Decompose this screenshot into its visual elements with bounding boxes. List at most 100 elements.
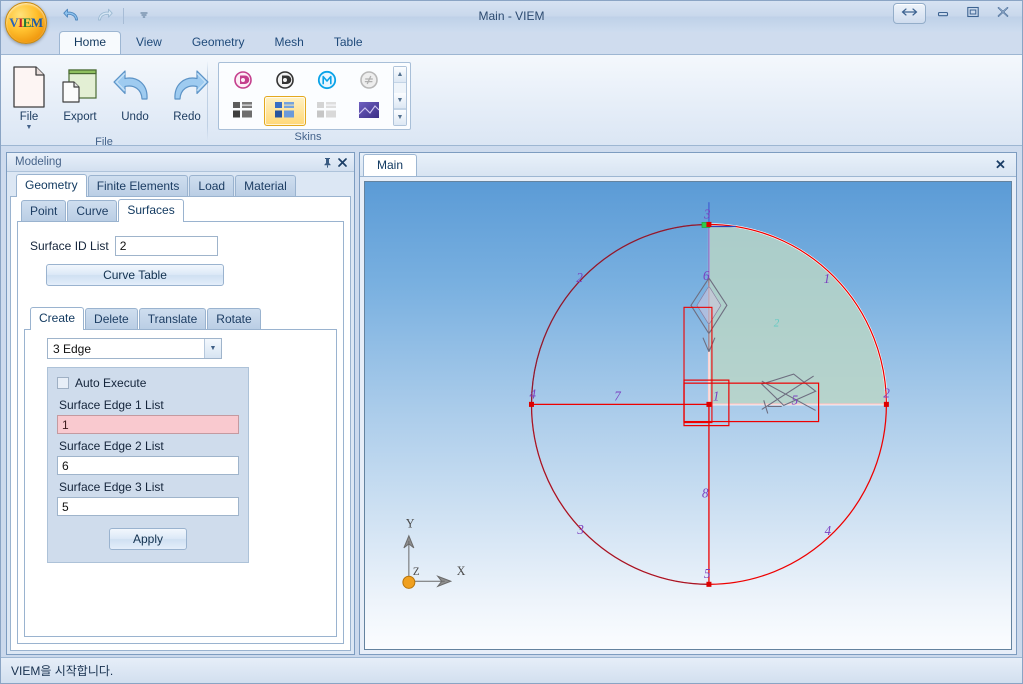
surface-method-value: 3 Edge	[53, 341, 92, 356]
export-button[interactable]: Export	[57, 60, 103, 127]
ribbon-tab-view[interactable]: View	[121, 31, 177, 54]
redo-button[interactable]: Redo	[161, 60, 213, 127]
surface-action-tabstrip: Create Delete Translate Rotate	[24, 307, 337, 330]
tab-finite-elements[interactable]: Finite Elements	[87, 175, 189, 197]
skin-grey[interactable]	[348, 66, 390, 96]
skin-layout-grey[interactable]	[222, 96, 264, 126]
maximize-icon	[966, 6, 980, 21]
create-parameters-group: Auto Execute Surface Edge 1 List Surface…	[47, 367, 249, 563]
close-button[interactable]	[990, 3, 1016, 24]
qat-undo-button[interactable]	[61, 5, 85, 27]
export-button-label: Export	[63, 111, 97, 123]
ribbon-tab-table[interactable]: Table	[319, 31, 378, 54]
scroll-up-icon[interactable]: ▲	[394, 67, 406, 83]
ribbon-tab-geometry[interactable]: Geometry	[177, 31, 260, 54]
close-icon[interactable]	[335, 155, 350, 170]
skins-scroll-track[interactable]	[394, 83, 406, 93]
tab-create[interactable]: Create	[30, 307, 85, 330]
axis-label-x: X	[457, 564, 466, 578]
curve-arc-3-shadow	[530, 404, 709, 585]
skin-metro-blue[interactable]	[306, 66, 348, 96]
point-marker-2	[883, 401, 889, 407]
curve-table-row: Curve Table	[46, 264, 337, 286]
tab-curve[interactable]: Curve	[67, 200, 118, 222]
point-label-1: 1	[713, 388, 719, 403]
apply-row: Apply	[57, 528, 239, 550]
ribbon-tab-home[interactable]: Home	[59, 31, 122, 54]
status-bar: VIEM을 시작합니다.	[1, 657, 1022, 683]
tab-load[interactable]: Load	[189, 175, 235, 197]
skins-gallery: ▲ ▼ ▼	[218, 62, 411, 130]
ribbon-group-file: File ▼ Export Undo Redo File	[1, 57, 209, 148]
modeling-panel-title: Modeling	[15, 156, 62, 168]
axis-label-y: Y	[406, 517, 415, 531]
auto-execute-checkbox[interactable]	[57, 377, 69, 389]
export-document-icon	[60, 64, 100, 110]
logo-letter-v: V	[9, 15, 19, 30]
surface-edge-1-input[interactable]	[57, 415, 239, 434]
maximize-button[interactable]	[960, 3, 986, 24]
viewport-canvas[interactable]: 1 2 3 4 5 1 2 3 4 5 6 7 8 2 Y X Z	[365, 182, 1011, 649]
surface-id-list-input[interactable]	[114, 236, 218, 256]
apply-button[interactable]: Apply	[109, 528, 187, 550]
surface-edge-3-input[interactable]	[57, 497, 239, 516]
scroll-more-icon[interactable]: ▼	[394, 109, 406, 125]
ribbon-group-file-label: File	[95, 136, 113, 148]
ribbon-tab-strip: Home View Geometry Mesh Table	[1, 31, 1022, 54]
point-label-5: 5	[704, 566, 711, 581]
redo-arrow-icon	[164, 64, 210, 110]
scroll-down-icon[interactable]: ▼	[394, 93, 406, 109]
qat-redo-button[interactable]	[91, 5, 115, 27]
auto-execute-checkbox-row[interactable]: Auto Execute	[57, 376, 239, 390]
quick-access-toolbar	[61, 5, 156, 27]
file-button[interactable]: File ▼	[7, 60, 51, 135]
create-tab-pane: 3 Edge ▼ Auto Execute Surface Edge 1 Lis…	[24, 329, 337, 637]
pin-icon[interactable]	[320, 155, 335, 170]
skin-purple-gradient-icon	[358, 101, 380, 122]
chevron-down-icon[interactable]: ▼	[26, 124, 33, 131]
tab-delete[interactable]: Delete	[85, 308, 138, 330]
skin-office2007-black[interactable]	[264, 66, 306, 96]
tab-geometry[interactable]: Geometry	[16, 174, 87, 197]
curve-table-button[interactable]: Curve Table	[46, 264, 224, 286]
curve-label-2: 2	[576, 270, 583, 285]
point-label-3: 3	[703, 206, 711, 221]
tab-translate[interactable]: Translate	[138, 308, 207, 330]
undo-button[interactable]: Undo	[109, 60, 161, 127]
close-icon: ✕	[995, 156, 1006, 172]
skins-scrollbar[interactable]: ▲ ▼ ▼	[393, 66, 407, 126]
tab-point[interactable]: Point	[21, 200, 67, 222]
ribbon-group-skins: ▲ ▼ ▼ Skins	[208, 57, 411, 145]
chevron-down-icon[interactable]: ▼	[204, 339, 221, 358]
skin-layout-blue[interactable]	[264, 96, 306, 126]
surface-label-2: 2	[774, 317, 780, 329]
surface-id-list-row: Surface ID List	[30, 236, 337, 256]
modeling-panel-body: Geometry Finite Elements Load Material P…	[7, 172, 354, 654]
mdi-close-button[interactable]: ✕	[993, 157, 1008, 172]
mdi-tab-main[interactable]: Main	[363, 154, 418, 176]
auto-execute-label: Auto Execute	[75, 376, 147, 390]
document-icon	[10, 64, 48, 110]
tab-material[interactable]: Material	[235, 175, 296, 197]
logo-letter-m: M	[30, 15, 43, 30]
tab-rotate[interactable]: Rotate	[207, 308, 261, 330]
curve-arc-2-shadow	[530, 223, 709, 405]
tab-surfaces[interactable]: Surfaces	[118, 199, 184, 222]
skin-layout-light[interactable]	[306, 96, 348, 126]
help-button[interactable]	[893, 3, 926, 24]
application-window: VIEM Main - VIEM Home View Geometry Mesh…	[0, 0, 1023, 684]
surface-edge-2-input[interactable]	[57, 456, 239, 475]
ribbon-tab-mesh[interactable]: Mesh	[260, 31, 319, 54]
minimize-button[interactable]	[930, 3, 956, 24]
viewport-3d[interactable]: 1 2 3 4 5 1 2 3 4 5 6 7 8 2 Y X Z	[364, 181, 1012, 650]
axis-label-z: Z	[413, 566, 420, 578]
surface-method-select[interactable]: 3 Edge ▼	[47, 338, 222, 359]
qat-customize-button[interactable]	[132, 5, 156, 27]
skin-office2007-pink[interactable]	[222, 66, 264, 96]
ribbon: File ▼ Export Undo Redo File ▲ ▼ ▼ Skins	[1, 54, 1022, 148]
application-menu-button[interactable]: VIEM	[5, 2, 47, 44]
file-button-label: File	[19, 111, 39, 123]
skin-office2007-pink-icon	[233, 70, 253, 93]
title-bar: VIEM Main - VIEM	[1, 1, 1022, 44]
skin-purple-gradient[interactable]	[348, 96, 390, 126]
